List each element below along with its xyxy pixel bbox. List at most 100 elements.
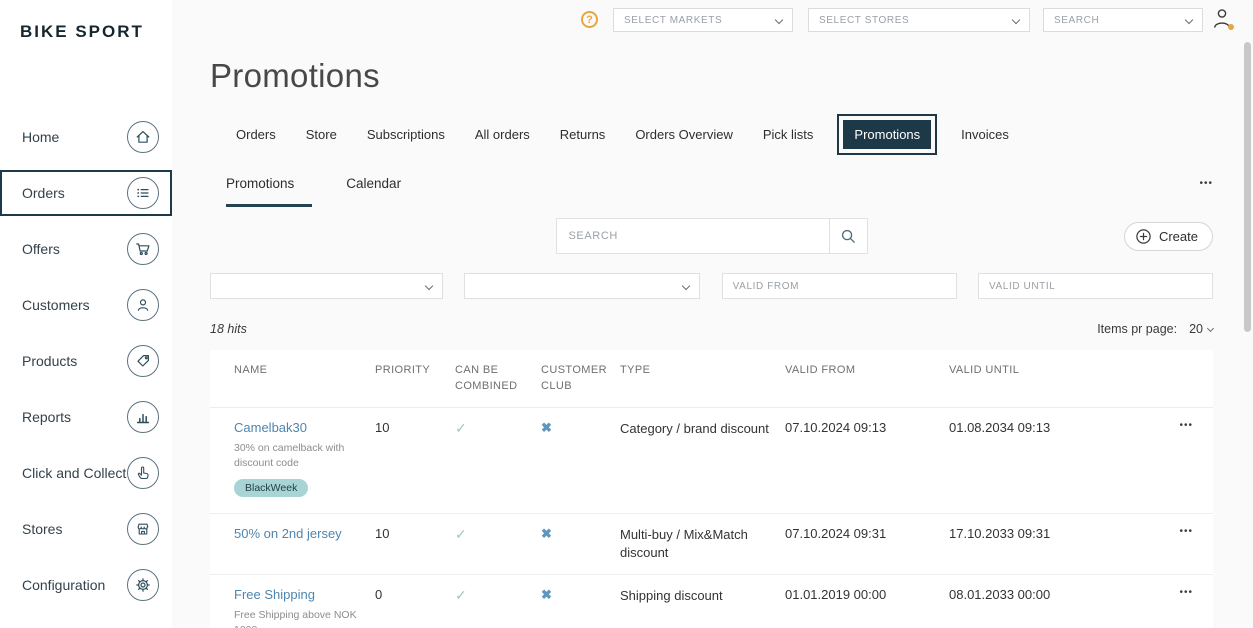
priority-value: 10 <box>375 420 455 435</box>
sidebar-item-label: Offers <box>22 241 60 257</box>
chevron-down-icon <box>1012 16 1020 24</box>
promotions-table: NAME PRIORITY CAN BE COMBINED CUSTOMER C… <box>210 350 1213 628</box>
tab-store[interactable]: Store <box>306 127 337 142</box>
tab-promotions[interactable]: Promotions <box>843 120 931 149</box>
table-header-row: NAME PRIORITY CAN BE COMBINED CUSTOMER C… <box>210 350 1213 408</box>
chevron-down-icon <box>775 16 783 24</box>
valid-until-value: 17.10.2033 09:31 <box>949 526 1109 541</box>
valid-until-value: 08.01.2033 00:00 <box>949 587 1109 602</box>
tab-orders[interactable]: Orders <box>236 127 276 142</box>
main-content: Promotions Orders Store Subscriptions Al… <box>172 0 1253 628</box>
filter-row <box>210 273 1213 299</box>
home-icon <box>127 121 159 153</box>
sidebar-item-configuration[interactable]: Configuration <box>0 562 172 608</box>
column-header-priority: PRIORITY <box>375 363 455 379</box>
notification-dot <box>1228 24 1234 30</box>
priority-value: 10 <box>375 526 455 541</box>
create-button[interactable]: Create <box>1124 222 1213 251</box>
sidebar-item-reports[interactable]: Reports <box>0 394 172 440</box>
gear-icon <box>127 569 159 601</box>
global-search-placeholder: SEARCH <box>1054 15 1099 26</box>
customers-icon <box>127 289 159 321</box>
priority-value: 0 <box>375 587 455 602</box>
stores-select-placeholder: SELECT STORES <box>819 15 909 26</box>
global-search-select[interactable]: SEARCH <box>1043 8 1203 32</box>
sidebar-item-label: Stores <box>22 521 62 537</box>
sidebar-item-customers[interactable]: Customers <box>0 282 172 328</box>
tab-all-orders[interactable]: All orders <box>475 127 530 142</box>
sidebar-item-click-and-collect[interactable]: Click and Collect <box>0 450 172 496</box>
bar-chart-icon <box>127 401 159 433</box>
tab-orders-overview[interactable]: Orders Overview <box>635 127 733 142</box>
help-glyph: ? <box>586 14 593 26</box>
subtab-calendar[interactable]: Calendar <box>346 176 401 204</box>
topbar: ? SELECT MARKETS SELECT STORES SEARCH <box>0 0 1253 40</box>
table-row: Camelbak30 30% on camelback with discoun… <box>210 408 1213 514</box>
row-actions-button[interactable]: ••• <box>1109 526 1213 537</box>
stores-select[interactable]: SELECT STORES <box>808 8 1030 32</box>
sidebar-item-label: Click and Collect <box>22 465 126 481</box>
sidebar: BIKE SPORT Home Orders Offers Customers <box>0 0 172 628</box>
cross-icon: ✖ <box>541 587 620 603</box>
sub-tabs: Promotions Calendar ••• <box>226 176 1213 207</box>
column-header-valid-until: VALID UNTIL <box>949 363 1109 379</box>
column-header-name: NAME <box>210 363 375 379</box>
row-actions-button[interactable]: ••• <box>1109 420 1213 431</box>
cross-icon: ✖ <box>541 420 620 436</box>
items-per-page-label: Items pr page: <box>1097 322 1177 336</box>
sidebar-item-stores[interactable]: Stores <box>0 506 172 552</box>
create-button-label: Create <box>1159 229 1198 244</box>
cross-icon: ✖ <box>541 526 620 542</box>
check-icon: ✓ <box>455 526 541 543</box>
promotion-badge: BlackWeek <box>234 479 308 497</box>
search-input[interactable] <box>556 218 830 254</box>
orders-list-icon <box>127 177 159 209</box>
tab-subscriptions[interactable]: Subscriptions <box>367 127 445 142</box>
sidebar-item-label: Orders <box>22 185 65 201</box>
promotion-name-link[interactable]: Camelbak30 <box>234 420 307 435</box>
filter-type-select[interactable] <box>210 273 443 299</box>
module-tabs: Orders Store Subscriptions All orders Re… <box>236 119 1213 149</box>
promotion-name-link[interactable]: Free Shipping <box>234 587 315 602</box>
filter-status-select[interactable] <box>464 273 700 299</box>
chevron-down-icon <box>1185 16 1193 24</box>
more-options-icon[interactable]: ••• <box>1199 178 1213 189</box>
help-icon[interactable]: ? <box>581 11 598 28</box>
column-header-customer-club: CUSTOMER CLUB <box>541 363 620 395</box>
promotion-name-link[interactable]: 50% on 2nd jersey <box>234 526 342 541</box>
valid-from-value: 01.01.2019 00:00 <box>785 587 949 602</box>
hits-count: 18 hits <box>210 322 247 336</box>
sidebar-item-label: Home <box>22 129 59 145</box>
sidebar-item-label: Customers <box>22 297 90 313</box>
results-summary-row: 18 hits Items pr page: 20 <box>210 322 1213 336</box>
sidebar-item-label: Products <box>22 353 77 369</box>
row-actions-button[interactable]: ••• <box>1109 587 1213 598</box>
tab-invoices[interactable]: Invoices <box>961 127 1009 142</box>
sidebar-item-orders[interactable]: Orders <box>0 170 172 216</box>
chevron-down-icon <box>1207 324 1214 331</box>
sidebar-item-label: Reports <box>22 409 71 425</box>
valid-from-input[interactable] <box>722 273 957 299</box>
cart-icon <box>127 233 159 265</box>
markets-select-placeholder: SELECT MARKETS <box>624 15 722 26</box>
tab-pick-lists[interactable]: Pick lists <box>763 127 814 142</box>
promotion-subtitle: Free Shipping above NOK 1000 <box>234 608 365 628</box>
plus-circle-icon <box>1135 228 1152 245</box>
valid-until-input[interactable] <box>978 273 1213 299</box>
subtab-promotions[interactable]: Promotions <box>226 176 312 207</box>
markets-select[interactable]: SELECT MARKETS <box>613 8 793 32</box>
check-icon: ✓ <box>455 420 541 437</box>
promotion-type: Shipping discount <box>620 587 785 605</box>
sidebar-item-products[interactable]: Products <box>0 338 172 384</box>
items-per-page-value: 20 <box>1189 322 1203 336</box>
storefront-icon <box>127 513 159 545</box>
search-icon <box>840 228 857 245</box>
search-button[interactable] <box>830 218 868 254</box>
items-per-page-select[interactable]: 20 <box>1189 322 1213 336</box>
sidebar-item-home[interactable]: Home <box>0 114 172 160</box>
sidebar-item-offers[interactable]: Offers <box>0 226 172 272</box>
vertical-scrollbar[interactable] <box>1244 42 1251 332</box>
tab-returns[interactable]: Returns <box>560 127 606 142</box>
hand-pointer-icon <box>127 457 159 489</box>
user-account-icon[interactable] <box>1211 6 1235 32</box>
